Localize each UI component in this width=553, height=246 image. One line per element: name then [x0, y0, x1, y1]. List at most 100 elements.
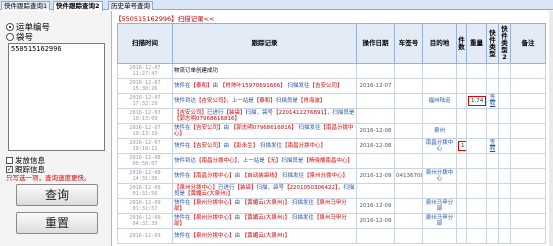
cell-qty: [456, 108, 467, 124]
trace-segment: 扫描发往: [280, 172, 305, 179]
type-link[interactable]: 签收: [490, 140, 496, 153]
cell-weight: [466, 198, 487, 214]
trace-segment: 【黄媚云(大泉州)】: [241, 199, 291, 206]
tab-trace-query-2[interactable]: 快件跟踪查询2: [53, 1, 103, 11]
cell-type: [486, 108, 499, 124]
col-trace-record-header: 跟踪记录: [172, 23, 357, 64]
cell-car-no: [394, 123, 423, 139]
table-row: 2016-12-07 11:27:47 物流订单创建成功: [117, 63, 546, 79]
col-remark-header: 备注: [510, 23, 546, 64]
cell-type: [486, 213, 499, 229]
cell-qty: [456, 93, 467, 109]
cell-remark: [510, 183, 546, 199]
record-header: 【550515162996】扫描记录<<: [115, 15, 215, 23]
table-row: 2016-12-07 19:13:09 【吉安公司】已进行【装袋】扫描，袋号【22…: [117, 108, 546, 124]
cell-type: [486, 183, 499, 199]
cell-remark: [510, 168, 546, 184]
cell-type2: [498, 78, 511, 94]
trace-segment: 【自动装袋线】: [241, 172, 281, 179]
cell-remark: [510, 93, 546, 109]
trace-segment: 【装袋】: [223, 109, 246, 116]
cell-qty: [456, 228, 467, 244]
trace-segment: 由: [223, 124, 231, 131]
trace-segment: 【泉州分拨中心】: [190, 199, 235, 206]
tab-bar: 快件跟踪查询1 快件跟踪查询2 历史单号查询: [0, 0, 553, 11]
trace-segment: 【泰和】: [190, 82, 213, 89]
waybill-input[interactable]: 550515162996: [8, 43, 105, 151]
trace-segment: 【肖帅叶15970691666】: [219, 82, 286, 89]
trace-segment: 扫描发往: [290, 199, 314, 206]
trace-segment: 【南昌分拨中心】: [282, 142, 327, 149]
cell-qty: [456, 63, 467, 79]
tab-history-query[interactable]: 历史单号查询: [108, 1, 153, 10]
trace-segment: 已进行: [207, 109, 224, 116]
cell-type[interactable]: 签收: [486, 93, 499, 109]
query-button[interactable]: 查询: [16, 184, 98, 206]
cell-qty: [456, 78, 467, 94]
trace-segment: 由: [234, 172, 242, 179]
trace-segment: 【泰和】: [253, 97, 276, 104]
chk-issue[interactable]: [6, 157, 13, 164]
cell-car-no: [394, 63, 423, 79]
trace-table: 扫描时间 跟踪记录 操作日期 车签号 目的地 件数 重量 快件类型 快件类型2 备注 2016-1…: [117, 23, 546, 244]
radio-bag[interactable]: [6, 33, 14, 41]
trace-segment: 扫描发往: [290, 214, 314, 221]
col-scan-time-header: 扫描时间: [117, 23, 173, 64]
trace-segment: 【无】: [264, 157, 282, 164]
cell-car-no: [394, 138, 423, 154]
trace-segment: 【黄媚云(大泉州)】: [185, 191, 234, 197]
cell-op-date: 2016-12-09: [356, 168, 395, 184]
radio-bag-row[interactable]: 袋号: [6, 31, 33, 43]
cell-type: [486, 153, 499, 169]
cell-weight: [466, 183, 487, 199]
cell-op-date: 2016-12-08: [356, 123, 395, 139]
cell-remark: [510, 138, 546, 154]
query-panel: 运单编号 袋号 550515162996 发放信息 ✓ 跟踪信息 只写选一项，查…: [0, 11, 112, 246]
cell-type: [486, 228, 499, 244]
cell-qty: [456, 153, 467, 169]
trace-segment: 【泉州分拨中心】: [190, 232, 235, 239]
radio-waybill[interactable]: [6, 23, 14, 31]
cell-op-date: [356, 63, 395, 79]
table-row: 2016-12-07 17:32:20 快件到达【吉安公司】，上一站是【泰和】扫描…: [117, 93, 546, 109]
cell-weight: [466, 168, 487, 184]
trace-segment: 【吉安公司】: [190, 124, 224, 131]
cell-type2: [498, 183, 511, 199]
cell-op-date: [356, 93, 395, 109]
cell-scan-time: 2016-12-09 01:31:57: [117, 198, 173, 214]
type-link[interactable]: 签收: [490, 95, 496, 108]
trace-segment: 【黄媚云(大泉州)】: [241, 214, 291, 221]
cell-scan-time: 2016-12-07 15:38:26: [117, 78, 173, 94]
trace-segment: 【彭永生】: [230, 142, 259, 149]
trace-segment: 快件在: [174, 214, 191, 221]
trace-segment: 扫描发往: [258, 142, 283, 149]
cell-type[interactable]: 签收: [486, 138, 499, 154]
trace-segment: 由: [212, 82, 220, 89]
cell-destination: [422, 63, 457, 79]
cell-car-no: [394, 183, 423, 199]
cell-type2: [498, 123, 511, 139]
reset-button[interactable]: 重置: [16, 212, 98, 234]
trace-segment: ，扫描员是: [326, 109, 355, 116]
col-type2-header: 快件类型2: [498, 23, 511, 64]
cell-type: [486, 123, 499, 139]
cell-type2: [498, 108, 511, 124]
cell-qty: [456, 123, 467, 139]
trace-segment: 【南昌分拨中心】: [190, 172, 235, 179]
cell-type2: [498, 63, 511, 79]
cell-car-no: 04136700: [394, 168, 423, 184]
cell-type2: [498, 213, 511, 229]
cell-remark: [510, 108, 546, 124]
cell-remark: [510, 123, 546, 139]
cell-destination: 泉州马甲分部: [422, 198, 457, 214]
trace-segment: 快件在: [174, 172, 191, 179]
trace-segment: 扫描，袋号: [245, 109, 274, 116]
vertical-scrollbar[interactable]: [549, 11, 553, 246]
trace-segment: 扫描，袋号: [256, 184, 285, 191]
tab-trace-query-1[interactable]: 快件跟踪查询1: [1, 1, 51, 10]
trace-segment: 快件到达: [174, 157, 197, 164]
cell-car-no: [394, 213, 423, 229]
cell-type2: [498, 138, 511, 154]
cell-trace-record: 物流订单创建成功: [172, 63, 357, 79]
trace-segment: 由: [223, 142, 231, 149]
